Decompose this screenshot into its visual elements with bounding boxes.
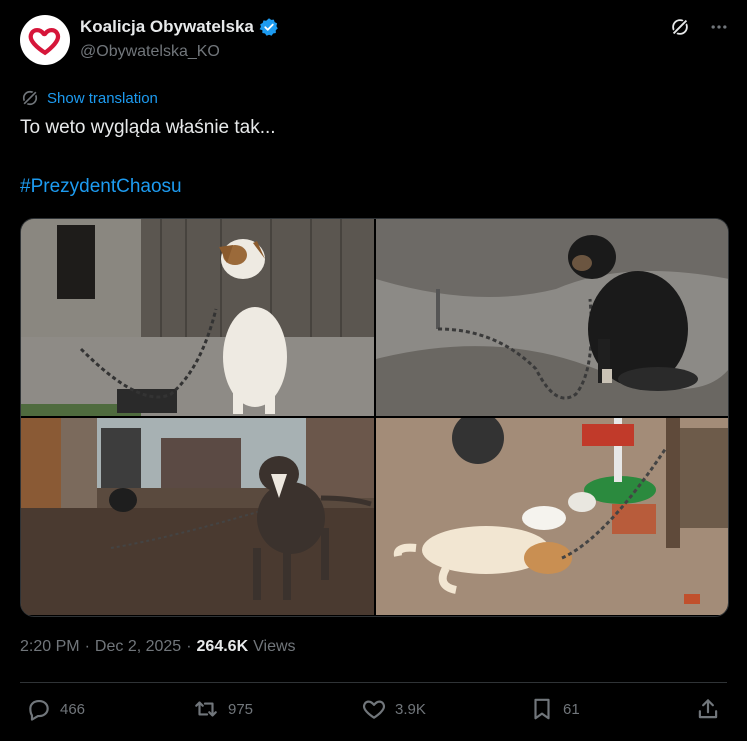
verified-badge-icon — [259, 18, 278, 36]
repost-button[interactable]: 975 — [192, 696, 253, 722]
reply-icon — [29, 700, 49, 721]
avatar[interactable] — [20, 15, 70, 65]
meta-separator: · — [186, 638, 192, 655]
reply-count: 466 — [60, 700, 86, 718]
photo-black-dog-chained-muddy-yard[interactable] — [376, 219, 728, 416]
show-translation-link[interactable]: Show translation — [20, 88, 158, 108]
media-grid — [20, 218, 729, 617]
tweet-time[interactable]: 2:20 PM — [20, 638, 80, 656]
like-button[interactable]: 3.9K — [361, 696, 426, 722]
tweet-top-actions — [669, 16, 729, 38]
bookmark-count: 61 — [563, 700, 580, 718]
photo-dog-chained-in-yard[interactable] — [21, 418, 374, 615]
author-name-row[interactable]: Koalicja Obywatelska — [80, 17, 279, 37]
action-bar: 466 975 3.9K 61 — [20, 696, 727, 728]
share-button[interactable] — [695, 696, 721, 722]
show-translation-label: Show translation — [47, 89, 158, 107]
author-name[interactable]: Koalicja Obywatelska — [80, 17, 254, 37]
meta-separator: · — [84, 638, 90, 655]
divider — [20, 682, 727, 683]
repost-icon — [195, 701, 217, 717]
hashtag-link[interactable]: #PrezydentChaosu — [20, 176, 182, 198]
reply-button[interactable]: 466 — [26, 696, 85, 722]
like-heart-icon — [362, 700, 386, 719]
views-label: Views — [253, 638, 296, 655]
photo-dog-lying-on-concrete[interactable] — [376, 418, 728, 615]
translate-icon — [21, 89, 39, 107]
share-icon — [698, 699, 718, 719]
views-count: 264.6K — [196, 638, 249, 655]
photo-dog-chained-by-shed[interactable] — [21, 219, 374, 416]
more-options-icon[interactable] — [709, 17, 729, 37]
like-count: 3.9K — [395, 700, 426, 718]
grok-icon[interactable] — [669, 16, 691, 38]
tweet-text: To weto wygląda właśnie tak... — [20, 117, 276, 138]
tweet-date[interactable]: Dec 2, 2025 — [95, 638, 181, 656]
tweet-meta: 2:20 PM · Dec 2, 2025 · 264.6K Views — [20, 638, 296, 656]
author-handle[interactable]: @Obywatelska_KO — [80, 43, 220, 61]
bookmark-icon — [534, 698, 550, 720]
bookmark-button[interactable]: 61 — [529, 696, 580, 722]
repost-count: 975 — [228, 700, 254, 718]
heart-icon — [28, 27, 61, 56]
